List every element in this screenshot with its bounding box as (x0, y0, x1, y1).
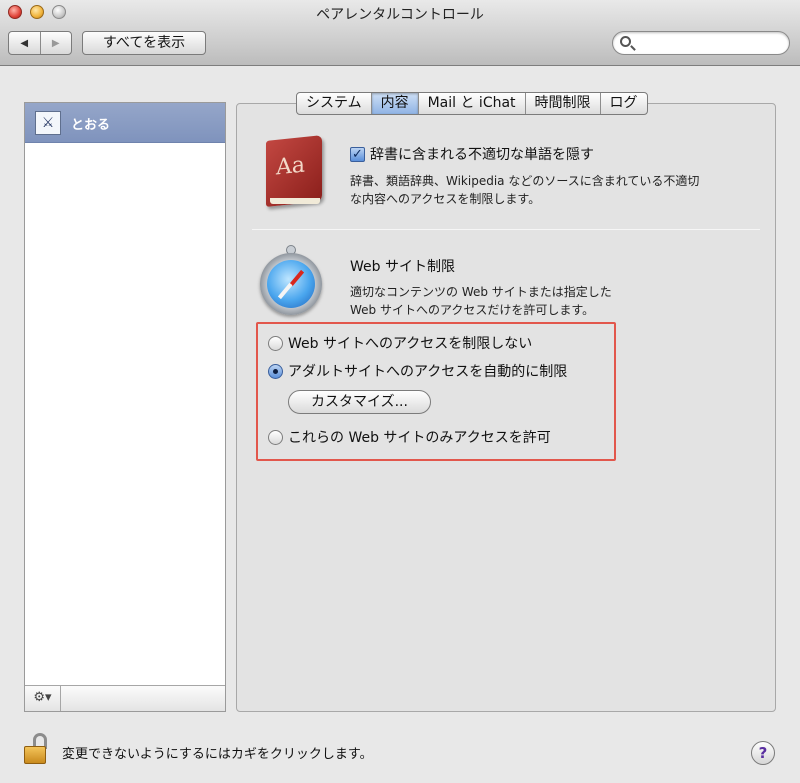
search-icon (620, 36, 631, 47)
user-list: ⚔ とおる ⚙▾ (24, 102, 226, 712)
radio-allow-only[interactable]: これらの Web サイトのみアクセスを許可 (268, 427, 551, 447)
radio-limit-adult[interactable]: アダルトサイトへのアクセスを自動的に制限 (268, 361, 567, 381)
customize-button[interactable]: カスタマイズ... (288, 390, 431, 414)
help-button[interactable]: ? (751, 741, 775, 765)
user-name: とおる (71, 118, 111, 133)
tab-mail-ichat[interactable]: Mail と iChat (419, 93, 526, 114)
radio-button-selected[interactable] (268, 363, 283, 379)
dictionary-icon: Aa (262, 135, 324, 210)
show-all-button[interactable]: すべてを表示 (82, 31, 206, 55)
tab-system[interactable]: システム (297, 93, 372, 114)
hide-profanity-checkbox[interactable]: ✓ (350, 146, 365, 162)
window-title: ペアレンタルコントロール (316, 7, 484, 23)
back-button[interactable]: ◀ (9, 32, 41, 54)
nav-buttons: ◀ ▶ (8, 31, 72, 55)
checkbox-label: 辞書に含まれる不適切な単語を隠す (370, 147, 594, 163)
forward-button[interactable]: ▶ (41, 32, 72, 54)
gear-menu-button[interactable]: ⚙▾ (25, 686, 61, 711)
section-divider (252, 229, 760, 230)
dictionary-description: 辞書、類語辞典、Wikipedia などのソースに含まれている不適切 な内容への… (350, 174, 700, 206)
tab-time-limits[interactable]: 時間制限 (526, 93, 601, 114)
website-restrictions-title: Web サイト制限 (350, 259, 455, 275)
lock-icon[interactable] (24, 733, 50, 765)
search-input[interactable] (637, 34, 783, 52)
tab-content[interactable]: 内容 (371, 93, 419, 114)
radio-unrestricted[interactable]: Web サイトへのアクセスを制限しない (268, 333, 532, 353)
tab-bar: システム 内容 Mail と iChat 時間制限 ログ (296, 92, 648, 115)
user-list-footer: ⚙▾ (25, 685, 225, 711)
safari-compass-icon (258, 245, 324, 319)
search-field[interactable] (612, 31, 790, 55)
radio-button[interactable] (268, 335, 283, 351)
radio-button[interactable] (268, 429, 283, 445)
lock-hint-text: 変更できないようにするにはカギをクリックします。 (62, 747, 373, 762)
hide-profanity-checkbox-row[interactable]: ✓ 辞書に含まれる不適切な単語を隠す (350, 144, 594, 164)
website-description: 適切なコンテンツの Web サイトまたは指定した Web サイトへのアクセスだけ… (350, 285, 612, 317)
window-toolbar: ペアレンタルコントロール ◀ ▶ すべてを表示 (0, 0, 800, 66)
user-list-item[interactable]: ⚔ とおる (25, 103, 225, 143)
tab-logs[interactable]: ログ (601, 93, 647, 114)
dragonfly-icon: ⚔ (35, 111, 61, 135)
